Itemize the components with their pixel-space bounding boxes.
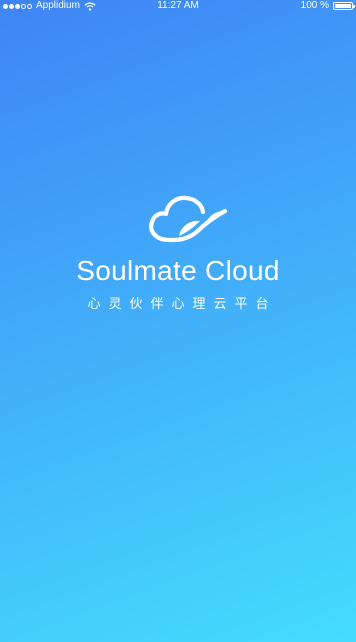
cloud-hand-logo xyxy=(149,195,228,243)
status-right: 100 % xyxy=(300,0,355,12)
status-bar: Applidium 11:27 AM 100 % xyxy=(0,0,356,12)
battery-icon xyxy=(333,2,355,10)
battery-tip xyxy=(353,5,355,8)
battery-percent: 100 % xyxy=(300,0,329,11)
app-subtitle: 心灵伙伴心理云平台 xyxy=(87,296,277,311)
battery-fill xyxy=(335,4,351,8)
app-name: Soulmate Cloud xyxy=(76,255,280,286)
